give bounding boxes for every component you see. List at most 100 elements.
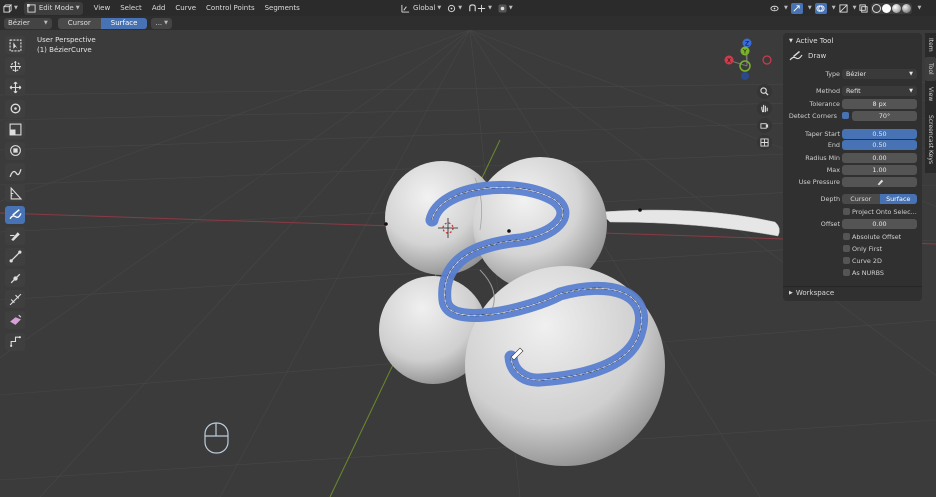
move-icon (9, 81, 21, 94)
only-first-checkbox[interactable] (843, 245, 850, 252)
perspective-label: User Perspective (37, 36, 96, 44)
taper-start-field[interactable]: 0.50 (842, 129, 917, 139)
zoom-button[interactable] (757, 84, 772, 99)
snap-dropdown[interactable]: ▼ (465, 2, 495, 15)
select-box-tool[interactable] (5, 36, 25, 54)
project-onto-row: Project Onto Selec... (783, 207, 922, 217)
chevron-down-icon: ▼ (917, 5, 922, 11)
solid-shading-icon[interactable] (882, 3, 892, 13)
tab-view[interactable]: View (925, 83, 936, 105)
chevron-down-icon: ▼ (909, 70, 913, 77)
detect-corners-checkbox[interactable] (842, 112, 849, 119)
tool-name: Draw (808, 52, 827, 60)
menu-view[interactable]: View (89, 4, 116, 12)
offset-field[interactable]: 0.00 (842, 219, 917, 229)
tab-item[interactable]: Item (925, 35, 936, 55)
visibility-icon[interactable] (770, 4, 779, 13)
extrude-tool[interactable] (5, 311, 25, 330)
mesh-edit-overlays-icon[interactable] (839, 3, 848, 13)
radius-max-row: Max 1.00 (783, 165, 922, 175)
curve-2d-checkbox[interactable] (843, 257, 850, 264)
workspace-header[interactable]: ▶ Workspace (789, 289, 834, 297)
camera-icon (760, 123, 769, 129)
curve-type-dropdown[interactable]: Bézier ▼ (4, 17, 52, 29)
wireframe-shading-icon[interactable] (872, 3, 882, 13)
transform-tool[interactable] (5, 141, 25, 160)
pan-button[interactable] (757, 101, 772, 116)
menu-select[interactable]: Select (115, 4, 147, 12)
ortho-toggle-button[interactable] (757, 135, 772, 150)
menu-control-points[interactable]: Control Points (201, 4, 260, 12)
draw-tool[interactable] (5, 205, 25, 224)
sidebar-tabs: Item Tool View Screencast Keys (925, 33, 936, 173)
radius-icon (10, 273, 20, 283)
gizmo-toggle-button[interactable] (790, 2, 803, 14)
transform-orientation-icon (401, 4, 410, 13)
overlays-toggle-button[interactable] (814, 2, 827, 14)
as-nurbs-checkbox[interactable] (843, 269, 850, 276)
xray-icon[interactable] (859, 3, 868, 13)
pivot-dropdown[interactable]: ▼ (444, 2, 465, 15)
project-onto-checkbox[interactable] (843, 208, 850, 215)
active-tool-header[interactable]: ▼ Active Tool (789, 37, 833, 45)
taper-start-row: Taper Start 0.50 (783, 129, 922, 139)
depth-surface-option[interactable]: Surface (879, 194, 917, 204)
detect-corners-label: Detect Corners (788, 112, 837, 120)
depth-surface-button[interactable]: Surface (100, 17, 148, 29)
more-options-dropdown[interactable]: ... ▼ (151, 17, 173, 29)
tab-tool[interactable]: Tool (925, 57, 936, 81)
mode-dropdown[interactable]: Edit Mode ▼ (23, 1, 83, 15)
draw-icon (789, 51, 803, 61)
editor-type-button[interactable]: ▼ (0, 2, 21, 15)
transform-icon (9, 145, 21, 157)
radius-max-field[interactable]: 1.00 (842, 165, 917, 175)
use-pressure-button[interactable] (842, 177, 917, 187)
use-pressure-row: Use Pressure (783, 177, 922, 187)
extrude-icon (9, 314, 21, 325)
absolute-offset-label: Absolute Offset (852, 233, 902, 241)
detect-corners-field[interactable]: 70° (852, 111, 917, 121)
type-row: Type Bézier ▼ (783, 69, 922, 79)
menu-curve[interactable]: Curve (170, 4, 201, 12)
radius-tool[interactable] (5, 269, 25, 288)
material-shading-icon[interactable] (892, 3, 902, 13)
method-dropdown[interactable]: Refit ▼ (842, 86, 917, 96)
camera-view-button[interactable] (757, 118, 772, 133)
axis-gizmo[interactable]: Z Y X (722, 36, 774, 88)
select-box-icon (9, 39, 21, 51)
tilt-tool[interactable] (5, 247, 25, 266)
cursor-tool[interactable] (5, 57, 25, 76)
orientation-dropdown[interactable]: Global ▼ (398, 2, 444, 15)
shear-tool[interactable] (5, 332, 25, 351)
absolute-offset-row: Absolute Offset (783, 232, 922, 242)
scale-tool[interactable] (5, 120, 25, 139)
menu-add[interactable]: Add (147, 4, 171, 12)
radius-min-row: Radius Min 0.00 (783, 153, 922, 163)
chevron-down-icon: ▼ (807, 5, 812, 11)
proportional-edit-button[interactable]: ▼ (495, 2, 516, 15)
depth-cursor-button[interactable]: Cursor (57, 17, 101, 29)
rotate-tool[interactable] (5, 99, 25, 118)
type-dropdown[interactable]: Bézier ▼ (842, 69, 917, 79)
edit-mode-icon (26, 3, 36, 13)
curve-type-label: Bézier (8, 19, 30, 27)
taper-end-field[interactable]: 0.50 (842, 140, 917, 150)
measure-tool[interactable] (5, 184, 25, 203)
annotate-tool[interactable] (5, 163, 25, 182)
object-label: (1) BézierCurve (37, 46, 92, 54)
absolute-offset-checkbox[interactable] (843, 233, 850, 240)
move-tool[interactable] (5, 78, 25, 97)
chevron-down-icon: ▼ (458, 5, 463, 11)
draw-icon (9, 209, 22, 220)
radius-min-field[interactable]: 0.00 (842, 153, 917, 163)
radius-max-label: Max (826, 166, 840, 174)
rendered-shading-icon[interactable] (902, 3, 912, 13)
curve-tube (599, 209, 780, 237)
depth-cursor-option[interactable]: Cursor (842, 194, 880, 204)
randomize-tool[interactable] (5, 290, 25, 309)
3d-viewport-icon (3, 3, 12, 13)
tolerance-field[interactable]: 8 px (842, 99, 917, 109)
pen-tool[interactable] (5, 226, 25, 245)
tab-screencast-keys[interactable]: Screencast Keys (925, 107, 936, 171)
menu-segments[interactable]: Segments (260, 4, 305, 12)
